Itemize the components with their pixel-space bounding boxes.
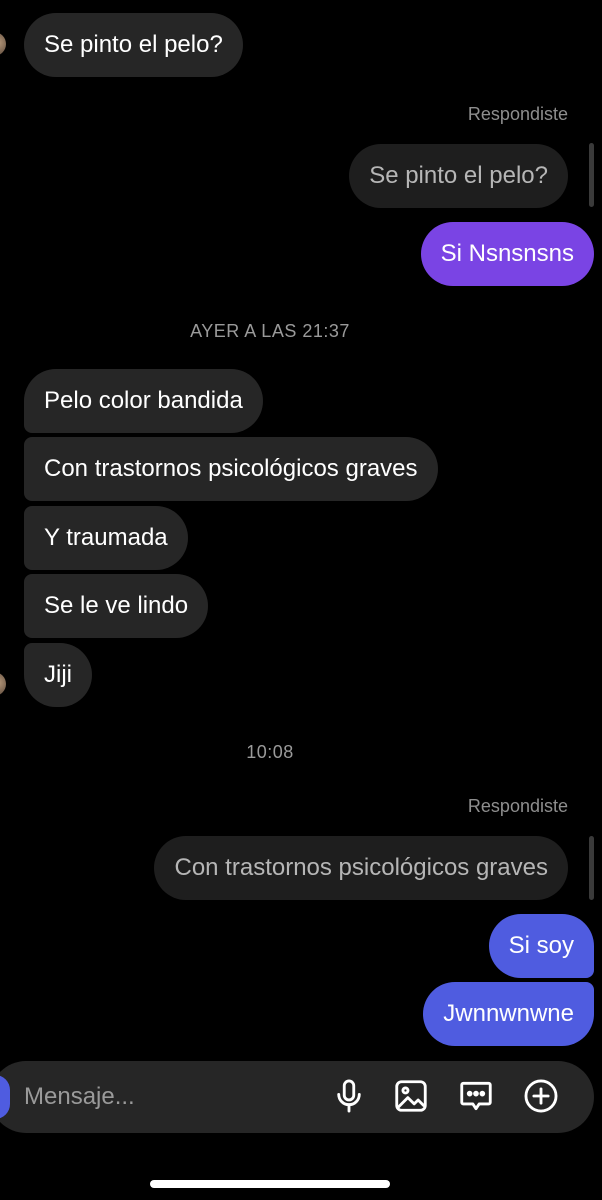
plus-circle-icon[interactable] bbox=[522, 1077, 560, 1115]
quoted-message[interactable]: Se pinto el pelo? bbox=[349, 144, 568, 208]
received-message[interactable]: Pelo color bandida bbox=[24, 369, 263, 433]
quoted-message[interactable]: Con trastornos psicológicos graves bbox=[154, 836, 568, 900]
reply-label: Respondiste bbox=[467, 104, 568, 124]
sent-message[interactable]: Si soy bbox=[488, 914, 594, 978]
contact-avatar[interactable] bbox=[0, 32, 6, 56]
sent-message[interactable]: Si Nsnsnsns bbox=[420, 222, 594, 286]
home-indicator[interactable] bbox=[150, 1180, 390, 1188]
sent-message[interactable]: Jwnnwnwne bbox=[423, 982, 594, 1046]
contact-avatar[interactable] bbox=[0, 672, 6, 696]
reply-label: Respondiste bbox=[467, 796, 568, 816]
received-message[interactable]: Se pinto el pelo? bbox=[24, 13, 243, 77]
microphone-icon[interactable] bbox=[330, 1077, 368, 1115]
reply-indicator-bar bbox=[589, 836, 594, 900]
sticker-chat-icon[interactable] bbox=[457, 1077, 495, 1115]
timestamp: AYER A LAS 21:37 bbox=[190, 321, 350, 341]
message-input[interactable] bbox=[24, 1078, 304, 1116]
received-message[interactable]: Se le ve lindo bbox=[24, 574, 209, 638]
received-message[interactable]: Con trastornos psicológicos graves bbox=[24, 437, 438, 501]
received-message[interactable]: Jiji bbox=[24, 643, 92, 707]
received-message[interactable]: Y traumada bbox=[24, 506, 188, 570]
reply-indicator-bar bbox=[589, 143, 594, 207]
image-icon[interactable] bbox=[392, 1077, 430, 1115]
timestamp: 10:08 bbox=[246, 742, 294, 762]
